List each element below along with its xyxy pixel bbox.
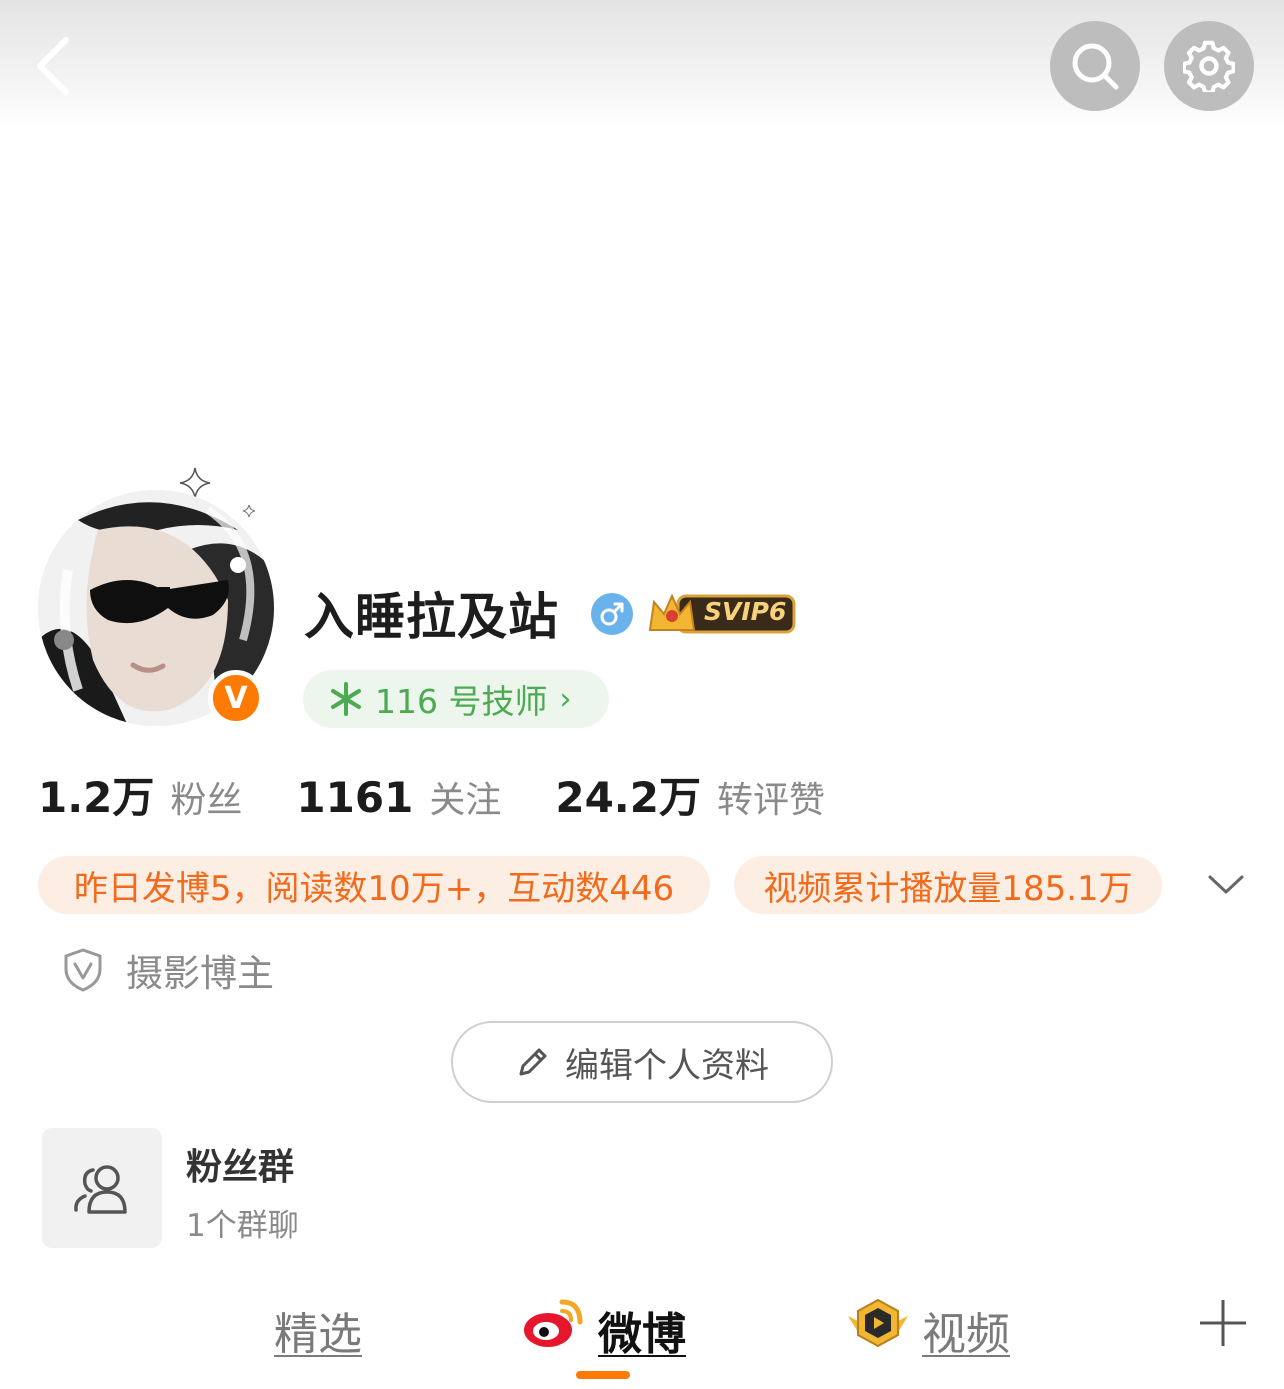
technician-badge[interactable]: 116 号技师 › bbox=[303, 670, 609, 728]
fan-group-title[interactable]: 粉丝群 bbox=[186, 1138, 294, 1190]
video-logo-icon bbox=[848, 1298, 908, 1348]
chevron-right-icon: › bbox=[559, 681, 572, 717]
interactions-count: 24.2万 bbox=[555, 773, 701, 822]
search-button[interactable] bbox=[1050, 21, 1140, 111]
back-button[interactable] bbox=[30, 34, 80, 98]
interactions-label: 转评赞 bbox=[716, 780, 825, 821]
yesterday-stats-pill[interactable]: 昨日发博5，阅读数10万+，互动数446 bbox=[38, 856, 710, 914]
edit-profile-label: 编辑个人资料 bbox=[565, 1045, 769, 1086]
chevron-down-icon bbox=[1208, 875, 1244, 894]
active-tab-indicator bbox=[576, 1371, 630, 1379]
plus-icon bbox=[1200, 1300, 1246, 1346]
technician-label: 116 号技师 bbox=[375, 682, 548, 721]
expand-button[interactable] bbox=[1206, 868, 1246, 902]
sparkle-small-icon bbox=[242, 504, 256, 518]
search-icon bbox=[1072, 43, 1119, 90]
svip-badge[interactable]: SVIP6 bbox=[648, 590, 796, 636]
following-label: 关注 bbox=[429, 780, 502, 821]
followers-count: 1.2万 bbox=[38, 773, 155, 822]
gear-icon bbox=[1183, 40, 1235, 92]
snowflake-icon bbox=[331, 682, 361, 716]
followers-label: 粉丝 bbox=[170, 780, 243, 821]
blogger-tag-label: 摄影博主 bbox=[126, 952, 274, 995]
video-plays-pill[interactable]: 视频累计播放量185.1万 bbox=[734, 856, 1162, 914]
add-tab-button[interactable] bbox=[1198, 1298, 1248, 1348]
blogger-tag[interactable]: 摄影博主 bbox=[62, 940, 274, 1000]
stat-interactions[interactable]: 24.2万 转评赞 bbox=[555, 764, 825, 825]
tab-bar: 精选 微博 视频 bbox=[0, 1280, 1284, 1389]
weibo-logo-icon bbox=[524, 1299, 583, 1347]
stat-following[interactable]: 1161 关注 bbox=[296, 771, 501, 823]
verified-badge: V bbox=[208, 670, 264, 726]
fan-group-subtitle: 1个群聊 bbox=[186, 1208, 299, 1244]
tab-featured[interactable]: 精选 bbox=[274, 1298, 362, 1362]
tab-video[interactable]: 视频 bbox=[922, 1298, 1010, 1362]
pencil-icon bbox=[519, 1048, 547, 1076]
verified-letter: V bbox=[224, 680, 248, 716]
fan-group-icon-box[interactable] bbox=[42, 1128, 162, 1248]
group-icon bbox=[74, 1165, 127, 1214]
avatar[interactable]: V bbox=[30, 460, 290, 730]
stats-row: 1.2万 粉丝 1161 关注 24.2万 转评赞 bbox=[38, 764, 879, 824]
edit-profile-button[interactable]: 编辑个人资料 bbox=[451, 1021, 833, 1103]
settings-button[interactable] bbox=[1164, 21, 1254, 111]
svip-label: SVIP6 bbox=[704, 597, 787, 626]
tab-weibo[interactable]: 微博 bbox=[598, 1298, 686, 1362]
chevron-left-icon bbox=[37, 37, 69, 95]
following-count: 1161 bbox=[296, 773, 414, 822]
shield-icon bbox=[64, 948, 102, 992]
username: 入睡拉及站 bbox=[304, 588, 559, 646]
stat-followers[interactable]: 1.2万 粉丝 bbox=[38, 764, 242, 825]
male-icon bbox=[591, 593, 633, 635]
